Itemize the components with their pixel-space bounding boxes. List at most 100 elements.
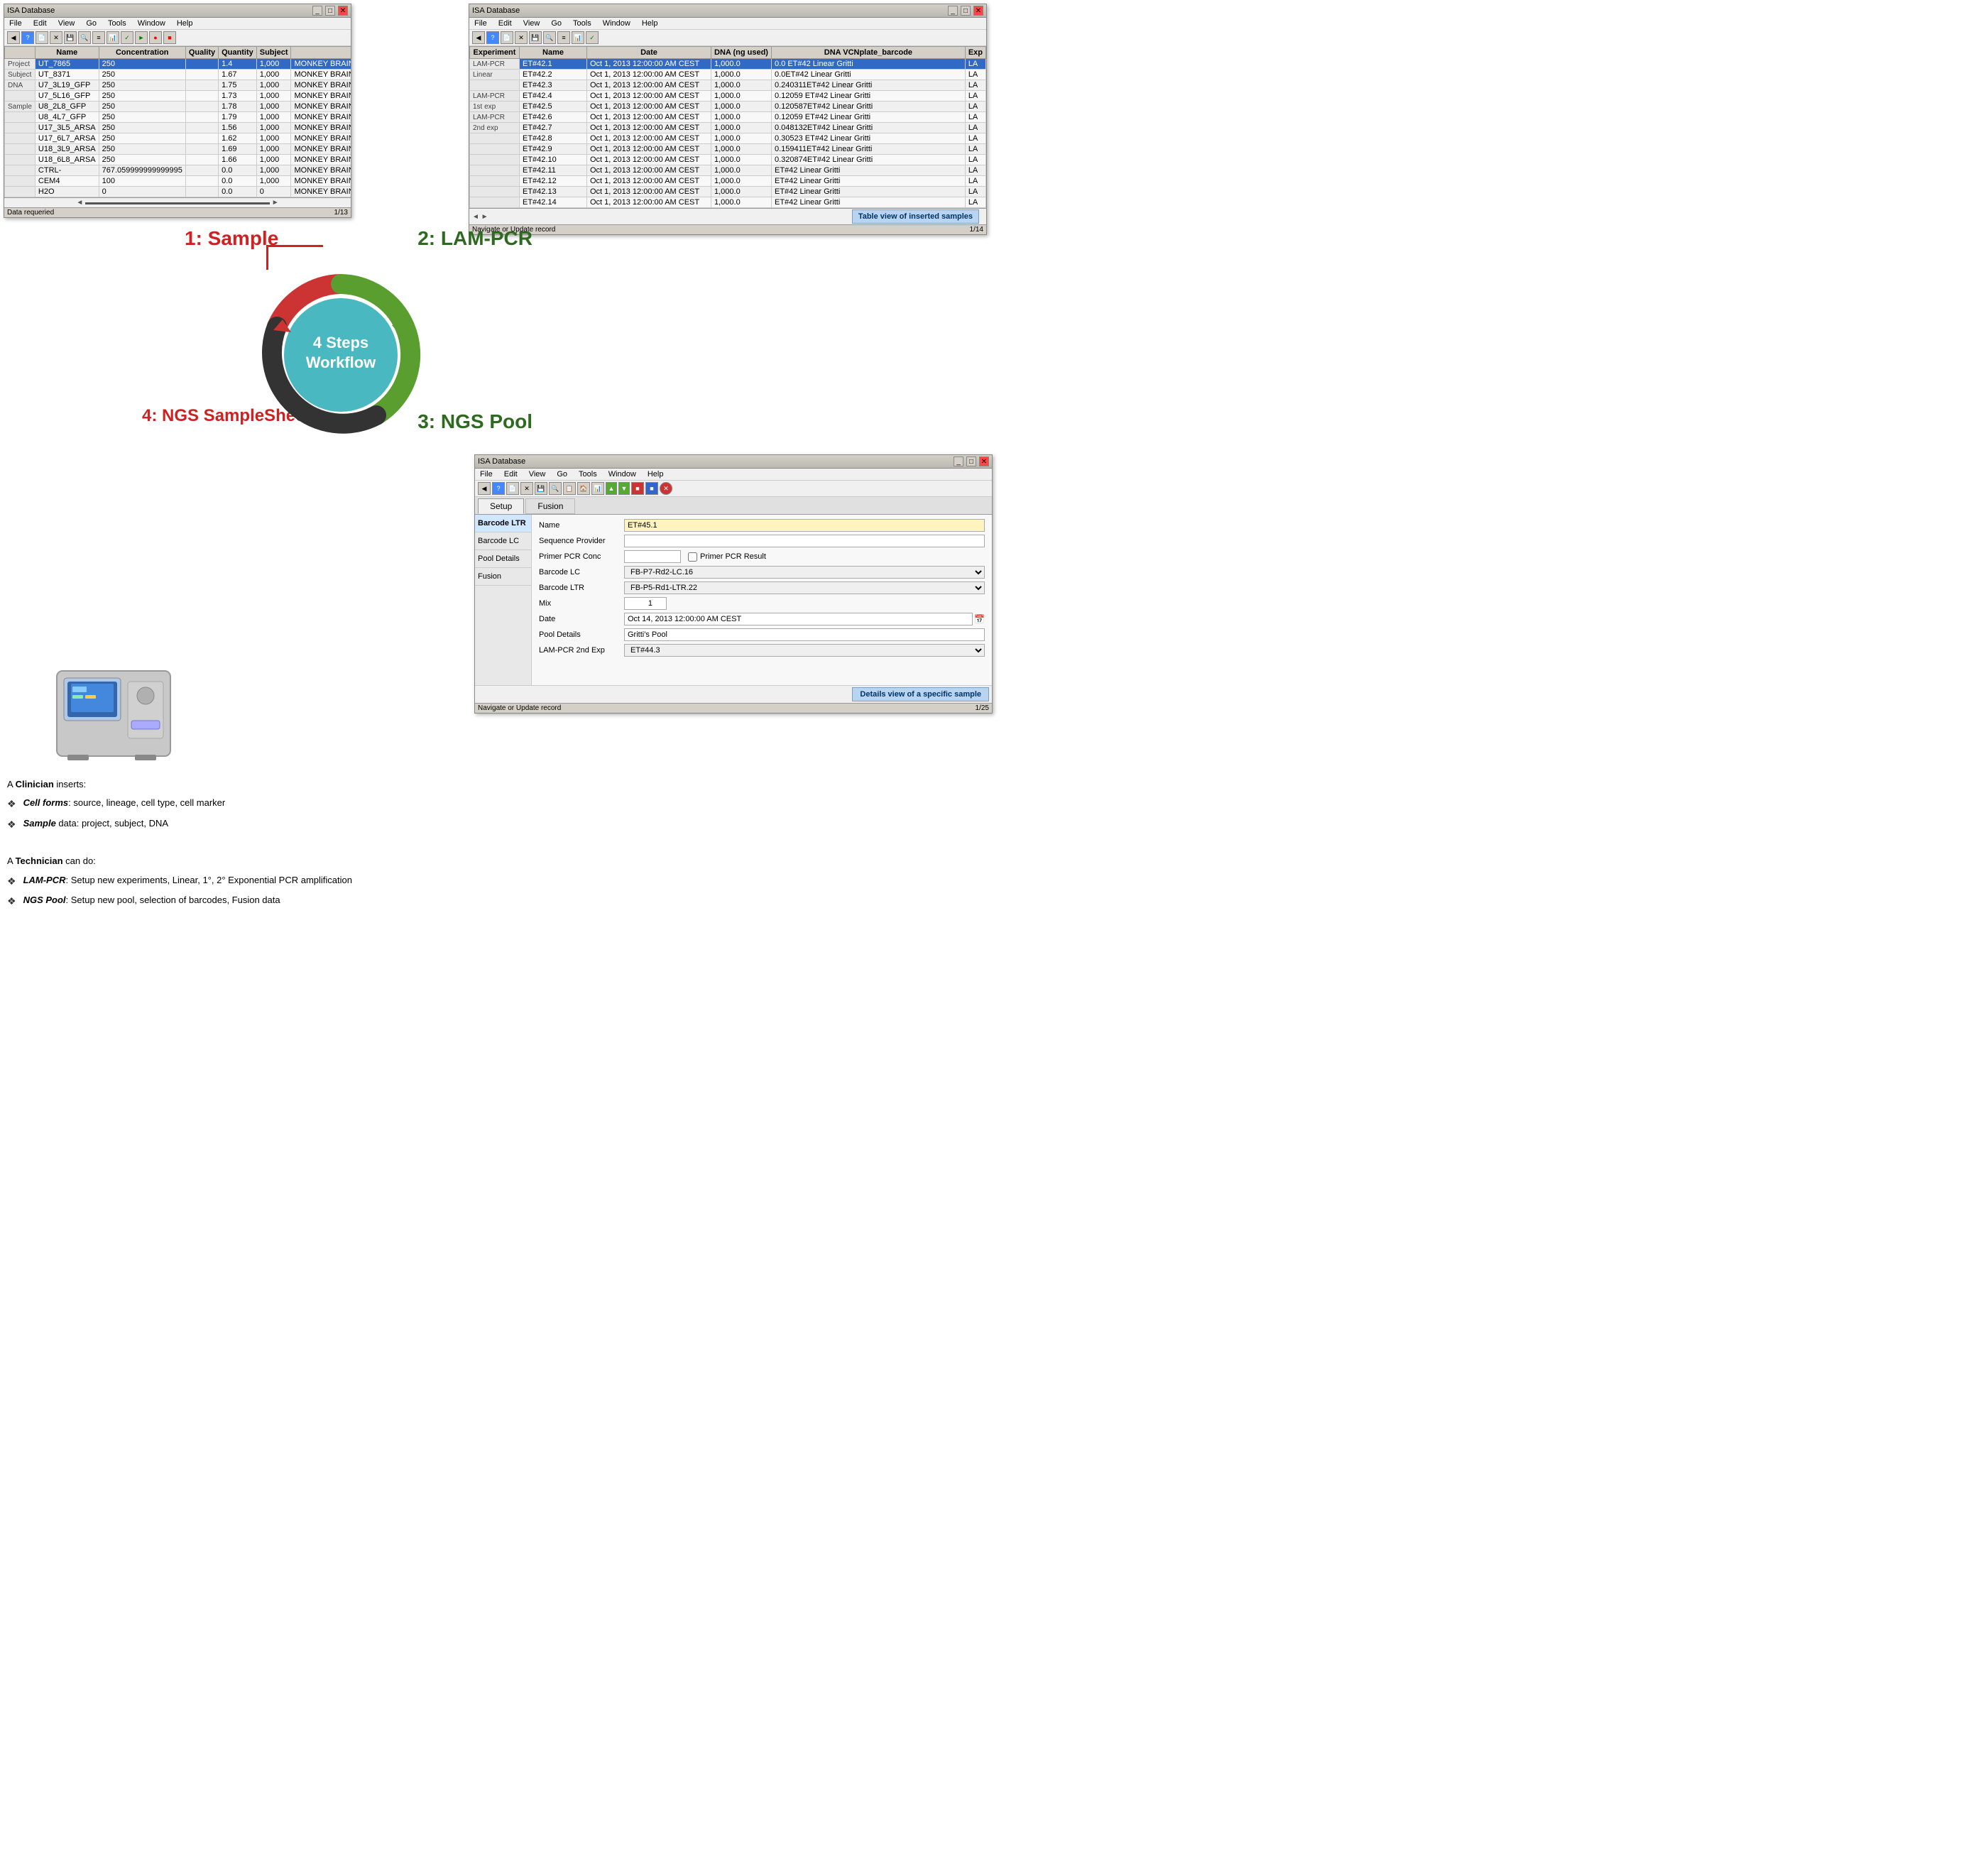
menu-help-3[interactable]: Help (645, 469, 666, 479)
minimize-button-3[interactable]: _ (954, 457, 963, 466)
toolbar-delete[interactable]: ✕ (50, 31, 62, 44)
menu-tools[interactable]: Tools (106, 18, 129, 28)
menu-go-3[interactable]: Go (555, 469, 569, 479)
toolbar-save-3[interactable]: 💾 (535, 482, 547, 495)
toolbar-check[interactable]: ✓ (121, 31, 133, 44)
col-header-exp-name[interactable]: Name (520, 47, 587, 59)
toolbar-new-3[interactable]: 📄 (506, 482, 519, 495)
menubar-ngs: File Edit View Go Tools Window Help (475, 469, 992, 481)
menu-window[interactable]: Window (136, 18, 168, 28)
toolbar-back-3[interactable]: ◀ (478, 482, 491, 495)
barcode-lc-select[interactable]: FB-P7-Rd2-LC.16 (624, 566, 985, 579)
mix-input[interactable] (624, 597, 667, 610)
sidebar-item-fusion[interactable]: Fusion (475, 568, 531, 586)
menu-go-2[interactable]: Go (549, 18, 564, 28)
table-cell: ET#42 Linear Gritti (771, 176, 965, 187)
toolbar-new[interactable]: 📄 (36, 31, 48, 44)
col-header-concentration[interactable]: Concentration (99, 47, 185, 59)
menu-file[interactable]: File (7, 18, 24, 28)
maximize-button-3[interactable]: □ (966, 457, 976, 466)
minimize-button[interactable]: _ (312, 6, 322, 16)
barcode-ltr-select[interactable]: FB-P5-Rd1-LTR.22 (624, 581, 985, 594)
tab-setup[interactable]: Setup (478, 498, 524, 514)
lam-pcr-select[interactable]: ET#44.3 (624, 644, 985, 657)
maximize-button[interactable]: □ (325, 6, 335, 16)
toolbar-save-2[interactable]: 💾 (529, 31, 542, 44)
toolbar-red2[interactable]: ■ (163, 31, 176, 44)
toolbar-chart-3[interactable]: 📊 (591, 482, 604, 495)
toolbar-info-3[interactable]: ? (492, 482, 505, 495)
col-header-barcode[interactable]: DNA VCNplate_barcode (771, 47, 965, 59)
tab-fusion[interactable]: Fusion (525, 498, 575, 514)
toolbar-back-2[interactable]: ◀ (472, 31, 485, 44)
menu-edit-3[interactable]: Edit (502, 469, 520, 479)
primer-result-checkbox[interactable] (688, 552, 697, 562)
col-header-name[interactable]: Name (35, 47, 99, 59)
minimize-button-2[interactable]: _ (948, 6, 958, 16)
maximize-button-2[interactable]: □ (961, 6, 971, 16)
toolbar-search-2[interactable]: 🔍 (543, 31, 556, 44)
toolbar-search-3[interactable]: 🔍 (549, 482, 562, 495)
window-sample-table[interactable]: ISA Database _ □ ✕ File Edit View Go Too… (4, 4, 351, 218)
col-header-quantity[interactable]: Quantity (219, 47, 257, 59)
toolbar-back[interactable]: ◀ (7, 31, 20, 44)
menu-edit-2[interactable]: Edit (496, 18, 514, 28)
toolbar-home-3[interactable]: 🏠 (577, 482, 590, 495)
menu-help[interactable]: Help (175, 18, 195, 28)
menu-file-2[interactable]: File (472, 18, 489, 28)
toolbar-delete-3[interactable]: ✕ (520, 482, 533, 495)
menu-help-2[interactable]: Help (640, 18, 660, 28)
toolbar-filter[interactable]: ≡ (92, 31, 105, 44)
toolbar-info-2[interactable]: ? (486, 31, 499, 44)
name-input[interactable] (624, 519, 985, 532)
date-input[interactable] (624, 613, 973, 625)
menu-view-2[interactable]: View (521, 18, 542, 28)
menu-view[interactable]: View (56, 18, 77, 28)
date-picker-icon[interactable]: 📅 (974, 614, 985, 624)
toolbar-green2-3[interactable]: ▼ (618, 482, 630, 495)
sidebar-item-barcode-ltr[interactable]: Barcode LTR (475, 515, 531, 532)
menu-edit[interactable]: Edit (31, 18, 49, 28)
toolbar-search[interactable]: 🔍 (78, 31, 91, 44)
close-button-3[interactable]: ✕ (979, 457, 989, 466)
toolbar-copy-3[interactable]: 📋 (563, 482, 576, 495)
sidebar-item-barcode-lc[interactable]: Barcode LC (475, 532, 531, 550)
menu-file-3[interactable]: File (478, 469, 495, 479)
menu-window-2[interactable]: Window (601, 18, 633, 28)
toolbar-red3[interactable]: ■ (631, 482, 644, 495)
menu-tools-3[interactable]: Tools (577, 469, 599, 479)
toolbar-close-3[interactable]: ✕ (660, 482, 672, 495)
primer-conc-input[interactable] (624, 550, 681, 563)
toolbar-save[interactable]: 💾 (64, 31, 77, 44)
close-button[interactable]: ✕ (338, 6, 348, 16)
barcode-ltr-row: Barcode LTR FB-P5-Rd1-LTR.22 (539, 581, 985, 594)
toolbar-blue3[interactable]: ■ (645, 482, 658, 495)
col-header-date[interactable]: Date (587, 47, 711, 59)
toolbar-chart[interactable]: 📊 (106, 31, 119, 44)
col-header-quality[interactable]: Quality (185, 47, 218, 59)
window-lampcr-table[interactable]: ISA Database _ □ ✕ File Edit View Go Too… (469, 4, 987, 235)
col-header-project[interactable]: Proje (291, 47, 351, 59)
toolbar-green1-3[interactable]: ▲ (606, 482, 617, 495)
menu-view-3[interactable]: View (527, 469, 548, 479)
window-ngs-pool[interactable]: ISA Database _ □ ✕ File Edit View Go Too… (474, 454, 993, 714)
toolbar-info[interactable]: ? (21, 31, 34, 44)
sidebar-item-pool-details[interactable]: Pool Details (475, 550, 531, 568)
table-cell: ET#42.11 (520, 165, 587, 176)
menu-window-3[interactable]: Window (606, 469, 638, 479)
menu-tools-2[interactable]: Tools (571, 18, 594, 28)
col-header-dna[interactable]: DNA (ng used) (711, 47, 772, 59)
pool-details-input[interactable] (624, 628, 985, 641)
toolbar-new-2[interactable]: 📄 (501, 31, 513, 44)
col-header-exp[interactable]: Exp (965, 47, 985, 59)
toolbar-filter-2[interactable]: ≡ (557, 31, 570, 44)
seq-provider-input[interactable] (624, 535, 985, 547)
toolbar-red1[interactable]: ● (149, 31, 162, 44)
toolbar-check-2[interactable]: ✓ (586, 31, 599, 44)
col-header-subject[interactable]: Subject (256, 47, 291, 59)
toolbar-arrow1[interactable]: ► (135, 31, 148, 44)
toolbar-delete-2[interactable]: ✕ (515, 31, 528, 44)
close-button-2[interactable]: ✕ (973, 6, 983, 16)
toolbar-chart-2[interactable]: 📊 (572, 31, 584, 44)
menu-go[interactable]: Go (84, 18, 99, 28)
